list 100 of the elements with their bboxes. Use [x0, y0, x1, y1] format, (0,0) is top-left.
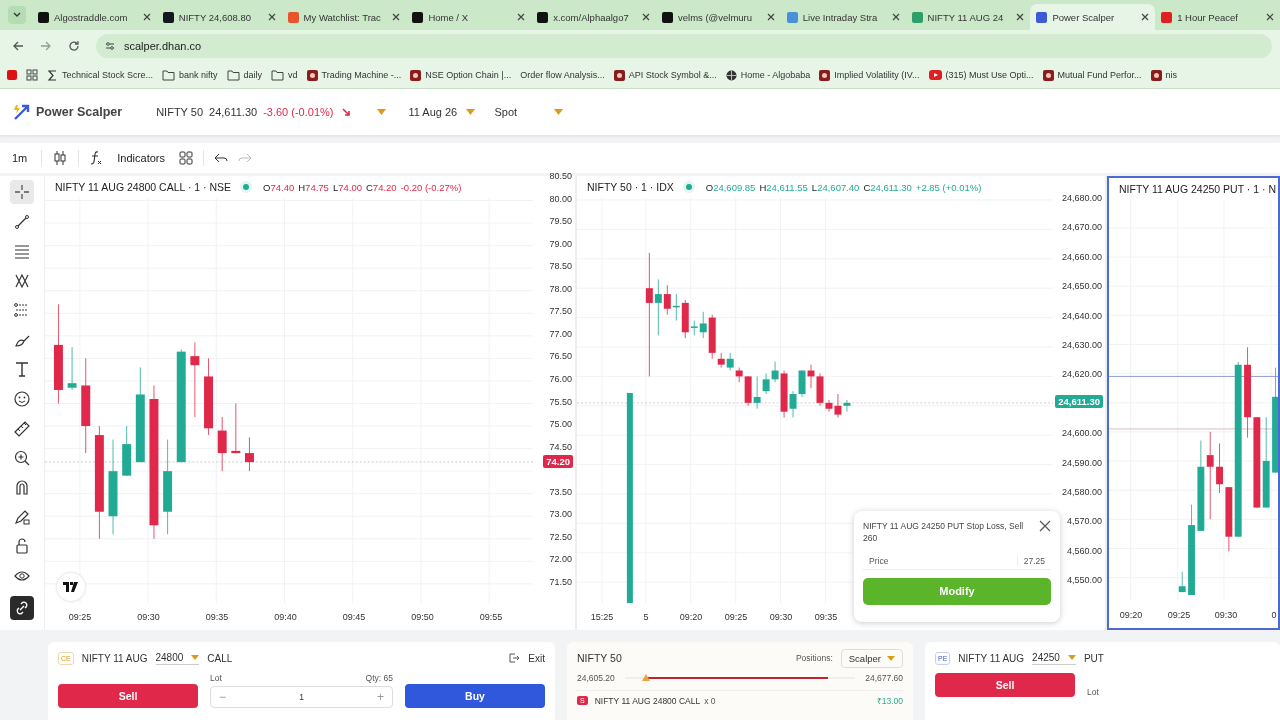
- axis-label: 76.00: [549, 373, 572, 384]
- position-pnl: ₹13.00: [876, 695, 903, 706]
- option-symbol: NIFTY 11 AUG: [81, 652, 148, 664]
- browser-tab[interactable]: x.com/Alphaalgo7: [531, 4, 656, 30]
- sell-button[interactable]: Sell: [935, 673, 1075, 697]
- bookmark[interactable]: Technical Stock Scre...: [47, 69, 154, 81]
- axis-label: 09:35: [814, 612, 838, 622]
- popup-title: NIFTY 11 AUG 24250 PUT Stop Loss, Sell 260: [863, 520, 1025, 545]
- bookmark[interactable]: Trading Machine -...: [306, 69, 402, 81]
- browser-tab[interactable]: Power Scalper: [1030, 4, 1156, 30]
- bookmark[interactable]: bank nifty: [162, 69, 218, 81]
- axis-label: 80.50: [549, 171, 572, 181]
- axis-label: 09:40: [274, 612, 297, 622]
- back-icon[interactable]: [12, 40, 24, 52]
- candles-icon[interactable]: [52, 150, 69, 166]
- bookmark[interactable]: API Stock Symbol &...: [613, 69, 717, 81]
- close-icon[interactable]: [1039, 520, 1051, 532]
- buy-button[interactable]: Buy: [405, 684, 545, 708]
- axis-label: 4,560.00: [1066, 545, 1102, 556]
- position-qty: x 0: [704, 695, 716, 706]
- close-icon[interactable]: [766, 13, 775, 21]
- axis-label: 5: [643, 612, 649, 622]
- browser-tab[interactable]: NIFTY 11 AUG 24: [905, 4, 1031, 30]
- close-icon[interactable]: [891, 13, 900, 21]
- axis-label: 74.50: [549, 441, 572, 452]
- axis-label: 24,680.00: [1061, 193, 1102, 203]
- candle: [67, 346, 77, 391]
- axis-label: 24,650.00: [1061, 281, 1102, 292]
- strike-dropdown[interactable]: 24250: [1032, 651, 1076, 665]
- bookmark[interactable]: (315) Must Use Opti...: [928, 70, 1034, 80]
- exit-button[interactable]: Exit: [508, 652, 545, 664]
- app-title: Power Scalper: [36, 105, 123, 119]
- tab-list-button[interactable]: [8, 6, 26, 24]
- close-icon[interactable]: [267, 13, 276, 21]
- bookmark[interactable]: Home - Algobaba: [725, 69, 811, 81]
- strategy-dropdown[interactable]: Scalper: [840, 648, 903, 668]
- watermark-logo-icon: [57, 573, 85, 601]
- chart-title: NIFTY 11 AUG 24800 CALL · 1 · NSE: [55, 181, 232, 193]
- reload-icon[interactable]: [68, 40, 80, 52]
- bookmark[interactable]: nis: [1150, 69, 1178, 81]
- lot-value[interactable]: 1: [299, 692, 304, 702]
- axis-label: 09:25: [68, 612, 92, 622]
- strike-dropdown[interactable]: 24800: [155, 651, 200, 665]
- axis-label: 76.50: [549, 351, 572, 362]
- exit-icon[interactable]: [508, 652, 521, 664]
- browser-tab[interactable]: Algostraddle.com: [32, 4, 157, 30]
- positions-label: Positions:: [795, 653, 833, 663]
- option-type: PUT: [1083, 652, 1104, 664]
- axis-label: 24,620.00: [1061, 369, 1102, 380]
- bookmark[interactable]: vd: [271, 69, 298, 81]
- indicators-button[interactable]: Indicators: [113, 150, 169, 166]
- bookmark[interactable]: Mutual Fund Perfor...: [1042, 69, 1142, 81]
- browser-tab[interactable]: My Watchlist: Trac: [281, 4, 407, 30]
- mode-dropdown[interactable]: Spot: [494, 106, 565, 118]
- axis-label: 24,590.00: [1061, 457, 1102, 468]
- axis-label: 09:35: [205, 612, 229, 622]
- apps-icon[interactable]: [26, 69, 38, 81]
- close-icon[interactable]: [392, 13, 401, 21]
- bookmark[interactable]: Implied Volatility (IV...: [819, 69, 920, 81]
- site-icon: [1042, 69, 1054, 81]
- bookmark[interactable]: daily: [226, 69, 263, 81]
- change-value: -0.20 (-0.27%): [400, 181, 462, 193]
- axis-label: 24,640.00: [1061, 310, 1102, 321]
- axis-label: 4,550.00: [1066, 575, 1102, 586]
- close-icon[interactable]: [1141, 13, 1150, 21]
- axis-label: 09:30: [137, 612, 160, 622]
- undo-icon[interactable]: [214, 152, 228, 164]
- index-name: NIFTY 50: [156, 106, 204, 118]
- ohlc-value: C74.20: [365, 181, 397, 193]
- layout-grid-icon[interactable]: [179, 151, 193, 165]
- site-icon: [306, 69, 318, 81]
- browser-tab[interactable]: Live Intraday Stra: [780, 4, 906, 30]
- bookmark[interactable]: Order flow Analysis...: [520, 70, 605, 80]
- close-icon[interactable]: [1265, 13, 1274, 21]
- trend-arrow-icon: [341, 107, 352, 117]
- axis-label: 24,630.00: [1061, 340, 1102, 350]
- link-icon[interactable]: [10, 596, 34, 620]
- chart-title: NIFTY 11 AUG 24250 PUT · 1 · N: [1119, 182, 1276, 195]
- function-icon[interactable]: [89, 150, 104, 166]
- close-icon[interactable]: [517, 13, 526, 21]
- axis-label: 09:25: [724, 612, 748, 622]
- interval-button[interactable]: 1m: [8, 150, 32, 166]
- browser-tab[interactable]: velms (@velmuru: [656, 4, 781, 30]
- bookmark[interactable]: NSE Option Chain |...: [410, 69, 512, 81]
- sell-button[interactable]: Sell: [58, 684, 198, 708]
- close-icon[interactable]: [642, 13, 650, 21]
- close-icon[interactable]: [142, 13, 151, 21]
- crosshair-icon[interactable]: [10, 180, 34, 204]
- close-icon[interactable]: [1016, 13, 1025, 21]
- price-field[interactable]: Price 27.25: [863, 552, 1051, 570]
- axis-label: 09:25: [1167, 610, 1191, 621]
- site-settings-icon[interactable]: [104, 40, 116, 52]
- browser-tab[interactable]: 1 Hour Peacef: [1155, 4, 1280, 30]
- browser-tab[interactable]: NIFTY 24,608.80: [156, 4, 282, 30]
- address-field[interactable]: scalper.dhan.co: [96, 34, 1272, 58]
- browser-tab[interactable]: Home / X: [406, 4, 532, 30]
- axis-label: 75.50: [549, 396, 572, 407]
- axis-label: 78.50: [549, 261, 572, 272]
- expiry-dropdown[interactable]: 11 Aug 26: [408, 106, 495, 118]
- extension-icon[interactable]: [7, 70, 17, 80]
